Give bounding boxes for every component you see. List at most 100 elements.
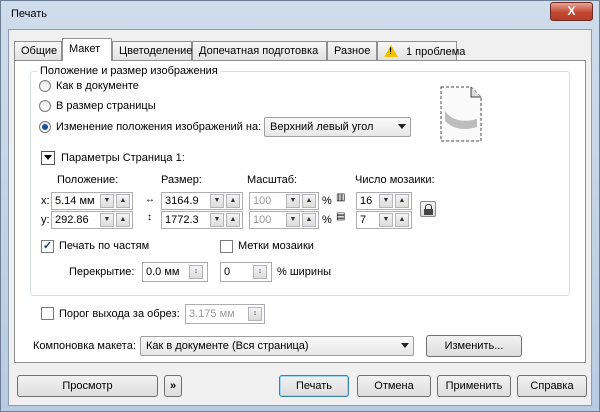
params-title: Параметры Страница 1: <box>61 152 185 164</box>
tile-marks-checkbox[interactable] <box>220 240 233 253</box>
tab-issues[interactable]: ! 1 проблема <box>377 41 465 60</box>
print-tiles-checkbox[interactable]: ✓ <box>41 240 54 253</box>
size-label: Размер: <box>161 174 202 186</box>
stepper-icon[interactable]: ↕ <box>248 307 262 321</box>
chevron-down-icon[interactable]: ▼ <box>379 194 393 208</box>
chevron-down-icon <box>401 343 409 348</box>
apply-button[interactable]: Применить <box>437 375 511 397</box>
cancel-button[interactable]: Отмена <box>357 375 431 397</box>
print-button[interactable]: Печать <box>279 375 349 397</box>
tiles-x-value: 16 <box>360 195 373 207</box>
scale-y-value: 100 <box>253 214 272 226</box>
tab-separations[interactable]: Цветоделение <box>112 41 192 60</box>
chevron-down-icon[interactable]: ▼ <box>379 213 393 227</box>
bleed-checkbox[interactable] <box>41 307 54 320</box>
warning-icon: ! <box>384 45 398 57</box>
width-field[interactable]: 3164.9 ▼ ▲ <box>161 192 243 210</box>
chevron-down-icon[interactable]: ▼ <box>286 213 300 227</box>
position-x-value: 5.14 мм <box>55 195 95 207</box>
radio-as-document[interactable] <box>39 80 51 92</box>
overlap-width-unit: % ширины <box>277 266 332 278</box>
width-arrows-icon: ↔ <box>145 194 155 205</box>
tiles-label: Число мозаики: <box>355 174 435 186</box>
radio-fit-page-label: В размер страницы <box>56 100 156 112</box>
chevron-up-icon[interactable]: ▲ <box>302 213 316 227</box>
chevron-down-icon[interactable]: ▼ <box>100 194 114 208</box>
bleed-value: 3.175 мм <box>189 308 235 320</box>
scale-y-percent: % <box>322 214 332 226</box>
imposition-label: Компоновка макета: <box>33 340 136 352</box>
y-label: y: <box>41 214 50 226</box>
height-arrows-icon: ↕ <box>147 212 152 223</box>
chevron-up-icon[interactable]: ▲ <box>395 213 409 227</box>
width-value: 3164.9 <box>165 195 199 207</box>
params-expand-toggle[interactable] <box>41 151 55 165</box>
chevron-down-icon[interactable]: ▼ <box>100 213 114 227</box>
window-title: Печать <box>11 8 48 20</box>
page-preview-icon <box>440 86 482 142</box>
overlap-width-value: 0 <box>224 266 231 278</box>
overlap-value: 0.0 мм <box>146 266 180 278</box>
tab-issues-label: 1 проблема <box>406 46 466 58</box>
expand-preview-button[interactable]: » <box>164 375 182 397</box>
radio-reposition-label: Изменение положения изображений на: <box>56 121 262 133</box>
tiles-x-field[interactable]: 16 ▼ ▲ <box>356 192 412 210</box>
overlap-field[interactable]: 0.0 мм ↕ <box>142 262 208 282</box>
x-label: x: <box>41 195 50 207</box>
imposition-select[interactable]: Как в документе (Вся страница) <box>140 336 414 356</box>
position-y-field[interactable]: 292.86 ▼ ▲ <box>51 211 133 229</box>
height-value: 1772.3 <box>165 214 199 226</box>
stepper-icon[interactable]: ↕ <box>189 265 203 279</box>
scale-x-percent: % <box>322 195 332 207</box>
scale-x-field[interactable]: 100 ▼ ▲ <box>249 192 319 210</box>
chevron-up-icon[interactable]: ▲ <box>116 194 130 208</box>
tile-marks-label: Метки мозаики <box>238 240 314 252</box>
chevron-up-icon[interactable]: ▲ <box>302 194 316 208</box>
tab-prepress[interactable]: Допечатная подготовка <box>192 41 327 60</box>
tab-general[interactable]: Общие <box>14 41 62 60</box>
scale-label: Масштаб: <box>247 174 298 186</box>
tiles-horizontal-icon: ▥ <box>336 192 346 203</box>
height-field[interactable]: 1772.3 ▼ ▲ <box>161 211 243 229</box>
title-bar: Печать X <box>1 1 599 27</box>
chevron-up-icon[interactable]: ▲ <box>395 194 409 208</box>
overlap-width-field[interactable]: 0 ↕ <box>220 262 272 282</box>
tab-layout[interactable]: Макет <box>62 38 112 61</box>
position-select-value: Верхний левый угол <box>270 121 374 133</box>
chevron-up-icon[interactable]: ▲ <box>226 213 240 227</box>
group-title: Положение и размер изображения <box>37 65 221 77</box>
bleed-field[interactable]: 3.175 мм ↕ <box>185 304 265 324</box>
overlap-label: Перекрытие: <box>69 266 135 278</box>
position-select[interactable]: Верхний левый угол <box>264 117 411 137</box>
tiles-vertical-icon: ▤ <box>336 211 346 222</box>
layout-panel: Положение и размер изображения Как в док… <box>14 60 586 363</box>
tiles-y-field[interactable]: 7 ▼ ▲ <box>356 211 412 229</box>
imposition-select-value: Как в документе (Вся страница) <box>146 340 309 352</box>
radio-fit-page[interactable] <box>39 100 51 112</box>
position-y-value: 292.86 <box>55 214 89 226</box>
print-dialog: Печать X Общие Макет Цветоделение Допеча… <box>0 0 600 412</box>
position-x-field[interactable]: 5.14 мм ▼ ▲ <box>51 192 133 210</box>
help-button[interactable]: Справка <box>517 375 587 397</box>
bleed-label: Порог выхода за обрез: <box>59 308 180 320</box>
tiles-y-value: 7 <box>360 214 367 226</box>
chevron-down-icon[interactable]: ▼ <box>210 194 224 208</box>
lock-icon[interactable] <box>420 201 436 217</box>
preview-button[interactable]: Просмотр <box>17 375 158 397</box>
print-tiles-label: Печать по частям <box>59 240 150 252</box>
dialog-body: Общие Макет Цветоделение Допечатная подг… <box>8 29 592 406</box>
chevron-down-icon <box>398 124 406 129</box>
chevron-down-icon[interactable]: ▼ <box>286 194 300 208</box>
position-label: Положение: <box>57 174 119 186</box>
chevron-up-icon[interactable]: ▲ <box>116 213 130 227</box>
chevron-down-icon[interactable]: ▼ <box>210 213 224 227</box>
radio-as-document-label: Как в документе <box>56 80 139 92</box>
radio-reposition[interactable] <box>39 121 51 133</box>
chevron-up-icon[interactable]: ▲ <box>226 194 240 208</box>
stepper-icon[interactable]: ↕ <box>253 265 267 279</box>
scale-x-value: 100 <box>253 195 272 207</box>
close-button[interactable]: X <box>550 2 593 21</box>
scale-y-field[interactable]: 100 ▼ ▲ <box>249 211 319 229</box>
tab-misc[interactable]: Разное <box>327 41 377 60</box>
edit-imposition-button[interactable]: Изменить... <box>426 335 522 357</box>
